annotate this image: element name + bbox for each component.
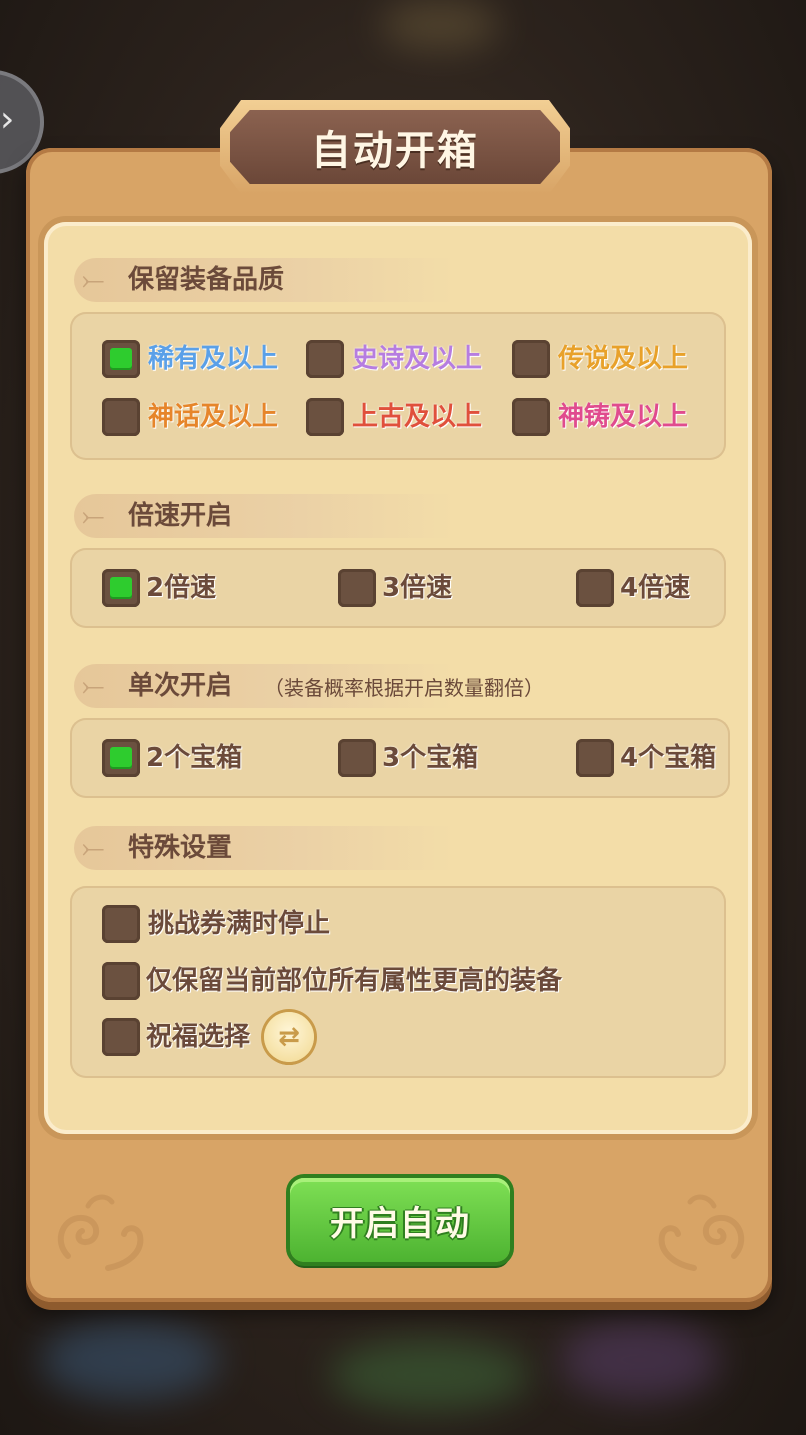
option-label: 2倍速: [146, 573, 217, 603]
section-title: 保留装备品质: [128, 265, 285, 295]
option-label: 神铸及以上: [558, 402, 689, 432]
option-label: 史诗及以上: [352, 344, 483, 374]
checkbox[interactable]: [338, 739, 376, 777]
section-header-special: ⤚ 特殊设置: [74, 826, 454, 870]
speed-option-4x[interactable]: 4倍速: [576, 568, 690, 608]
checkbox-checked[interactable]: [102, 739, 140, 777]
swap-arrows-icon[interactable]: ⇄: [264, 1012, 315, 1062]
quality-option-epic[interactable]: 史诗及以上: [306, 339, 482, 379]
checkbox[interactable]: [512, 398, 550, 436]
option-label: 挑战券满时停止: [148, 909, 331, 939]
background-blur: [40, 1320, 220, 1400]
section-note: （装备概率根据开启数量翻倍）: [264, 676, 544, 700]
option-label: 仅保留当前部位所有属性更高的装备: [146, 966, 563, 996]
section-header-batch: ⤚ 单次开启 （装备概率根据开启数量翻倍）: [74, 664, 544, 708]
checkbox[interactable]: [338, 569, 376, 607]
quality-option-myth[interactable]: 神话及以上: [102, 397, 278, 437]
special-option-blessing[interactable]: 祝福选择 ⇄: [102, 1012, 315, 1062]
option-label: 稀有及以上: [148, 344, 279, 374]
start-auto-label: 开启自动: [330, 1203, 470, 1244]
section-title: 倍速开启: [128, 501, 233, 531]
option-label: 神话及以上: [148, 402, 279, 432]
checkbox[interactable]: [102, 1018, 140, 1056]
background-blur: [380, 0, 500, 50]
section-title: 特殊设置: [128, 833, 233, 863]
leaf-arrow-icon: ⤚: [82, 669, 105, 702]
quality-option-rare[interactable]: 稀有及以上: [102, 339, 278, 379]
leaf-arrow-icon: ⤚: [82, 263, 105, 296]
background-blur: [330, 1340, 530, 1410]
swirl-ornament-left: [57, 1194, 144, 1271]
checkbox-checked[interactable]: [102, 340, 140, 378]
checkbox[interactable]: [306, 340, 344, 378]
section-header-quality: ⤚ 保留装备品质: [74, 258, 454, 302]
title-banner: 自动开箱: [230, 110, 560, 184]
checkbox[interactable]: [102, 398, 140, 436]
option-label: 3倍速: [382, 573, 453, 603]
start-auto-button[interactable]: 开启自动: [290, 1178, 510, 1262]
leaf-arrow-icon: ⤚: [82, 499, 105, 532]
section-header-speed: ⤚ 倍速开启: [74, 494, 454, 538]
option-label: 祝福选择: [146, 1022, 251, 1052]
option-label: 上古及以上: [352, 402, 483, 432]
option-label: 4倍速: [620, 573, 691, 603]
checkbox[interactable]: [102, 962, 140, 1000]
quality-options-box: [70, 312, 726, 460]
special-option-keep-better[interactable]: 仅保留当前部位所有属性更高的装备: [102, 961, 562, 1001]
quality-option-ancient[interactable]: 上古及以上: [306, 397, 482, 437]
checkbox[interactable]: [102, 905, 140, 943]
leaf-arrow-icon: ⤚: [82, 831, 105, 864]
quality-option-divine[interactable]: 神铸及以上: [512, 397, 688, 437]
speed-option-2x[interactable]: 2倍速: [102, 568, 216, 608]
speed-option-3x[interactable]: 3倍速: [338, 568, 452, 608]
checkbox[interactable]: [306, 398, 344, 436]
checkbox[interactable]: [576, 739, 614, 777]
quality-option-legend[interactable]: 传说及以上: [512, 339, 688, 379]
dialog-title: 自动开箱: [311, 128, 479, 174]
batch-option-4[interactable]: 4个宝箱: [576, 738, 716, 778]
batch-option-2[interactable]: 2个宝箱: [102, 738, 242, 778]
swirl-ornament-right: [658, 1194, 745, 1271]
background-blur: [560, 1320, 720, 1400]
checkbox[interactable]: [576, 569, 614, 607]
special-option-stop-when-full[interactable]: 挑战券满时停止: [102, 904, 330, 944]
batch-option-3[interactable]: 3个宝箱: [338, 738, 478, 778]
option-label: 2个宝箱: [146, 743, 243, 773]
chevron-right-icon: ›: [0, 99, 15, 140]
checkbox[interactable]: [512, 340, 550, 378]
option-label: 3个宝箱: [382, 743, 479, 773]
option-label: 4个宝箱: [620, 743, 717, 773]
option-label: 传说及以上: [558, 344, 689, 374]
section-title: 单次开启: [128, 671, 233, 701]
checkbox-checked[interactable]: [102, 569, 140, 607]
